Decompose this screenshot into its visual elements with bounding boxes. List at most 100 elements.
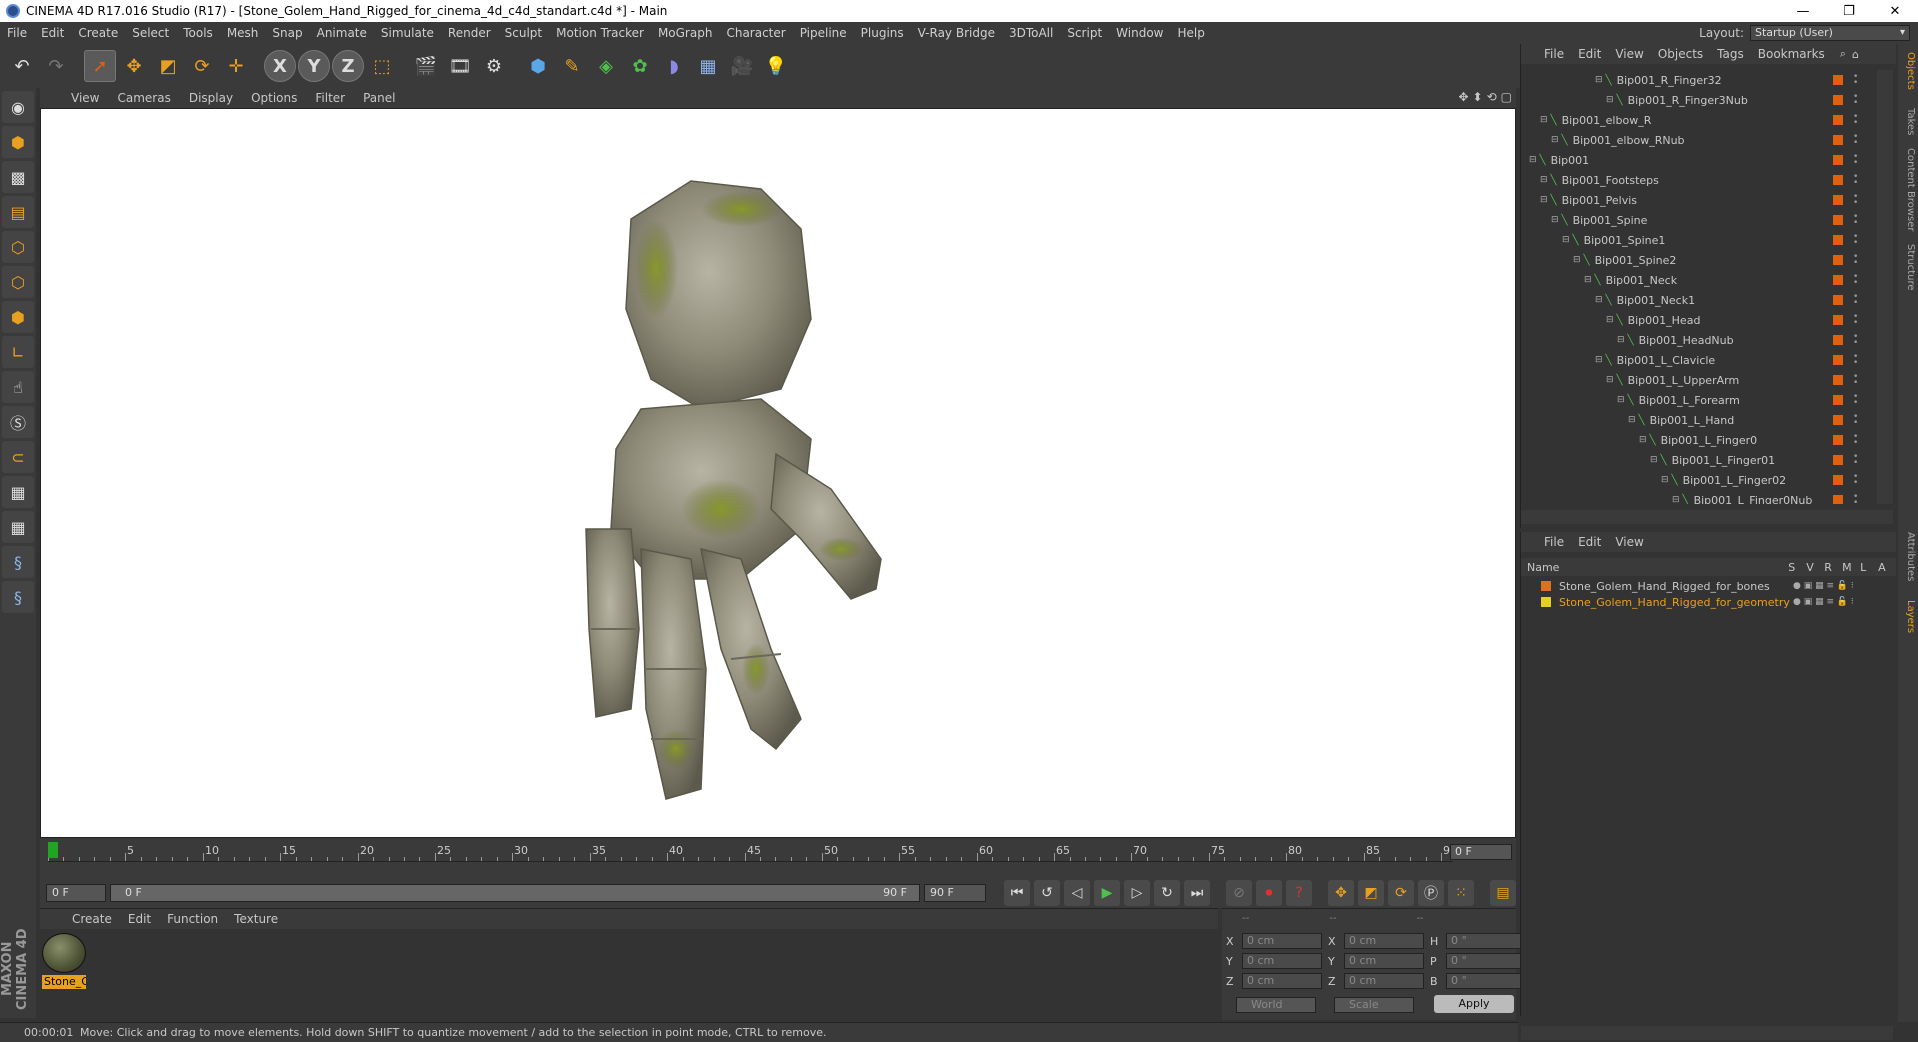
menu-motion-tracker[interactable]: Motion Tracker — [549, 26, 651, 40]
record-keys-icon[interactable]: ⊘ — [1226, 880, 1252, 906]
size-x-field[interactable]: 0 cm — [1344, 933, 1424, 949]
python2-icon[interactable]: § — [2, 581, 34, 613]
object-row[interactable]: ⊟ ╲ Bip001_L_Forearm • • — [1521, 390, 1877, 410]
expand-toggle-icon[interactable]: ⊟ — [1529, 155, 1537, 165]
expand-toggle-icon[interactable]: ⊟ — [1595, 355, 1603, 365]
position-y-field[interactable]: 0 cm — [1242, 953, 1322, 969]
lock-workplane-icon[interactable]: ▦ — [2, 476, 34, 508]
viewport-rotate-icon[interactable]: ⟲ — [1487, 90, 1497, 104]
menu-script[interactable]: Script — [1060, 26, 1109, 40]
tab-attributes[interactable]: Attributes — [1900, 532, 1916, 581]
menu-snap[interactable]: Snap — [265, 26, 309, 40]
object-tree-scrollbar[interactable] — [1877, 70, 1893, 504]
texture-mode-icon[interactable]: ▩ — [2, 161, 34, 193]
visibility-dots-icon[interactable]: • • — [1853, 93, 1858, 108]
layer-tag-icon[interactable] — [1833, 235, 1843, 245]
menu-create[interactable]: Create — [71, 26, 125, 40]
material-preview-thumbnail[interactable] — [42, 933, 86, 973]
visibility-dots-icon[interactable]: • • — [1853, 233, 1858, 248]
expand-toggle-icon[interactable]: ⊟ — [1617, 395, 1625, 405]
last-tool-icon[interactable]: ✛ — [220, 50, 252, 82]
key-parameter-icon[interactable]: Ⓟ — [1418, 880, 1444, 906]
visibility-dots-icon[interactable]: • • — [1853, 393, 1858, 408]
material-menu-texture[interactable]: Texture — [226, 912, 286, 926]
expand-toggle-icon[interactable]: ⊟ — [1672, 495, 1680, 504]
goto-start-icon[interactable]: ⏮ — [1004, 880, 1030, 906]
menu-plugins[interactable]: Plugins — [854, 26, 911, 40]
layer-color-swatch[interactable] — [1541, 597, 1551, 607]
object-row[interactable]: ⊟ ╲ Bip001_Spine2 • • — [1521, 250, 1877, 270]
expand-toggle-icon[interactable]: ⊟ — [1595, 295, 1603, 305]
menu-select[interactable]: Select — [125, 26, 176, 40]
layer-tag-icon[interactable] — [1833, 195, 1843, 205]
goto-end-icon[interactable]: ⏭ — [1184, 880, 1210, 906]
objects-home-icon[interactable]: ⌂ — [1852, 48, 1859, 61]
object-row[interactable]: ⊟ ╲ Bip001_Head • • — [1521, 310, 1877, 330]
menu-mesh[interactable]: Mesh — [220, 26, 266, 40]
edges-mode-icon[interactable]: ⬡ — [2, 266, 34, 298]
rotation-h-field[interactable]: 0 ° — [1446, 933, 1526, 949]
layer-tag-icon[interactable] — [1833, 135, 1843, 145]
layer-tag-icon[interactable] — [1833, 395, 1843, 405]
viewport-maximize-icon[interactable]: ▢ — [1501, 90, 1512, 104]
layer-tag-icon[interactable] — [1833, 95, 1843, 105]
viewport-menu-panel[interactable]: Panel — [354, 91, 404, 105]
menu-tools[interactable]: Tools — [176, 26, 220, 40]
tab-structure[interactable]: Structure — [1900, 244, 1916, 291]
magnet-icon[interactable]: ⊂ — [2, 441, 34, 473]
visibility-dots-icon[interactable]: • • — [1853, 173, 1858, 188]
layer-tag-icon[interactable] — [1833, 255, 1843, 265]
tab-layers[interactable]: Layers — [1900, 600, 1916, 633]
tab-objects[interactable]: Objects — [1900, 52, 1916, 90]
axis-mode-icon[interactable]: ∟ — [2, 336, 34, 368]
array-icon[interactable]: ✿ — [624, 50, 656, 82]
visibility-dots-icon[interactable]: • • — [1853, 273, 1858, 288]
visibility-dots-icon[interactable]: • • — [1853, 333, 1858, 348]
layers-menu-view[interactable]: View — [1608, 535, 1650, 549]
layer-tag-icon[interactable] — [1833, 155, 1843, 165]
next-frame-icon[interactable]: ▷ — [1124, 880, 1150, 906]
layer-tag-icon[interactable] — [1833, 335, 1843, 345]
expand-toggle-icon[interactable]: ⊟ — [1617, 335, 1625, 345]
key-pla-icon[interactable]: ⁙ — [1448, 880, 1474, 906]
close-button[interactable]: ✕ — [1872, 0, 1918, 22]
visibility-dots-icon[interactable]: • • — [1853, 413, 1858, 428]
current-frame-field[interactable]: 0 F — [1450, 844, 1512, 860]
expand-toggle-icon[interactable]: ⊟ — [1606, 315, 1614, 325]
layout-dropdown[interactable]: Startup (User) — [1750, 25, 1910, 41]
object-row[interactable]: ⊟ ╲ Bip001_L_UpperArm • • — [1521, 370, 1877, 390]
material-menu-edit[interactable]: Edit — [120, 912, 159, 926]
autokey-icon[interactable]: ⏺ — [1256, 880, 1282, 906]
rotate-icon[interactable]: ⟳ — [186, 50, 218, 82]
key-rotation-icon[interactable]: ⟳ — [1388, 880, 1414, 906]
play-icon[interactable]: ▶ — [1094, 880, 1120, 906]
layer-toggle-icons[interactable]: ● ▣ ▦ ≡ 🔓 ⁝ — [1793, 597, 1854, 607]
visibility-dots-icon[interactable]: • • — [1853, 293, 1858, 308]
layer-tag-icon[interactable] — [1833, 315, 1843, 325]
menu-mograph[interactable]: MoGraph — [651, 26, 720, 40]
position-x-field[interactable]: 0 cm — [1242, 933, 1322, 949]
expand-toggle-icon[interactable]: ⊟ — [1606, 375, 1614, 385]
objects-menu-file[interactable]: File — [1537, 47, 1571, 61]
keyframe-selection-icon[interactable]: ? — [1286, 880, 1312, 906]
menu-sculpt[interactable]: Sculpt — [498, 26, 549, 40]
menu-render[interactable]: Render — [441, 26, 498, 40]
menu-file[interactable]: File — [0, 26, 34, 40]
render-view-icon[interactable]: 🎬 — [410, 50, 442, 82]
visibility-dots-icon[interactable]: • • — [1853, 213, 1858, 228]
menu-pipeline[interactable]: Pipeline — [793, 26, 854, 40]
layer-tag-icon[interactable] — [1833, 455, 1843, 465]
object-row[interactable]: ⊟ ╲ Bip001_Pelvis • • — [1521, 190, 1877, 210]
x-axis-icon[interactable]: X — [264, 50, 296, 82]
expand-toggle-icon[interactable]: ⊟ — [1551, 215, 1559, 225]
maximize-button[interactable]: ❐ — [1826, 0, 1872, 22]
undo-icon[interactable]: ↶ — [6, 50, 38, 82]
object-row[interactable]: ⊟ ╲ Bip001_L_Finger02 • • — [1521, 470, 1877, 490]
workplane-icon[interactable]: ▤ — [2, 196, 34, 228]
expand-toggle-icon[interactable]: ⊟ — [1540, 175, 1548, 185]
object-row[interactable]: ⊟ ╲ Bip001_Neck • • — [1521, 270, 1877, 290]
layer-tag-icon[interactable] — [1833, 435, 1843, 445]
object-row[interactable]: ⊟ ╲ Bip001_L_Finger0Nub • • — [1521, 490, 1877, 504]
rotation-b-field[interactable]: 0 ° — [1446, 973, 1526, 989]
material-label[interactable]: Stone_G — [42, 975, 86, 989]
